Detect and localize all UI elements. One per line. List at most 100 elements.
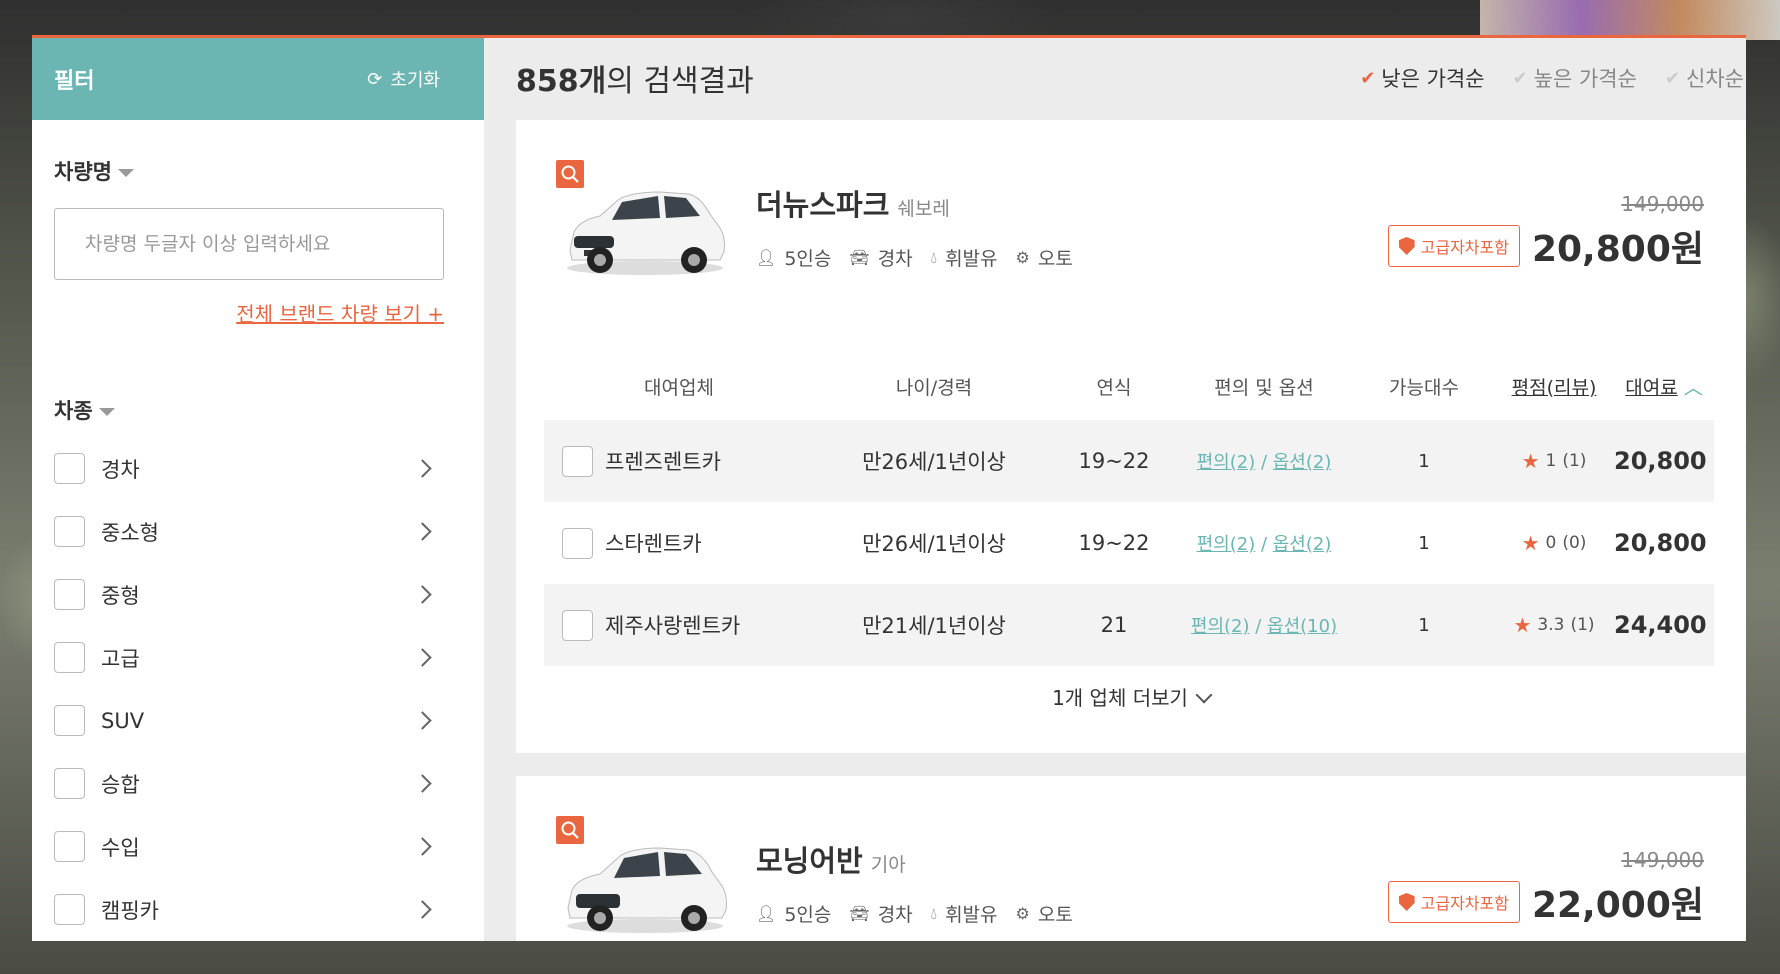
original-price: 149,000 <box>1621 192 1704 216</box>
car-type-checkbox[interactable] <box>54 579 85 610</box>
car-type-label: 수입 <box>101 835 140 860</box>
chevron-right-icon[interactable] <box>413 585 432 604</box>
col-fee-label: 대여료 <box>1625 376 1678 399</box>
car-type-label: 승합 <box>101 772 140 797</box>
available-count: 1 <box>1418 614 1430 636</box>
car-image[interactable] <box>560 836 730 936</box>
results-count-number: 858개 <box>516 64 607 99</box>
convenience-link[interactable]: 편의(2) <box>1191 616 1250 637</box>
chevron-right-icon[interactable] <box>413 711 432 730</box>
convenience-link[interactable]: 편의(2) <box>1197 534 1256 555</box>
rating: ★ 0 (0) <box>1494 531 1614 555</box>
reset-button[interactable]: ⟳ 초기화 <box>367 66 440 92</box>
sort-low-price[interactable]: ✔ 낮은 가격순 <box>1360 63 1484 93</box>
spec-fuel-value: 휘발유 <box>945 248 998 270</box>
badge-label: 고급자차포함 <box>1420 894 1509 913</box>
convenience-link[interactable]: 편의(2) <box>1197 452 1256 473</box>
car-type-checkbox[interactable] <box>54 831 85 862</box>
all-brands-link[interactable]: 전체 브랜드 차량 보기 + <box>54 298 444 327</box>
car-image[interactable] <box>560 180 730 280</box>
caret-down-icon <box>117 169 134 177</box>
car-type-label: 고급 <box>101 646 140 671</box>
car-type-item[interactable]: 중소형 <box>54 500 432 563</box>
available-count: 1 <box>1418 532 1430 554</box>
filter-sidebar: 필터 ⟳ 초기화 차량명 전체 브랜드 차량 보기 + 차종 경차 <box>32 38 484 941</box>
car-type-item[interactable]: 승합 <box>54 752 432 815</box>
sort-options: ✔ 낮은 가격순 ✔ 높은 가격순 ✔ 신차순 <box>1360 63 1746 93</box>
vendor-name: 제주사랑렌트카 <box>605 614 741 638</box>
car-type-checkbox[interactable] <box>54 516 85 547</box>
sort-label: 신차순 <box>1686 67 1744 91</box>
chevron-right-icon[interactable] <box>413 648 432 667</box>
gearshift-icon: ⚙ <box>1015 904 1030 923</box>
col-rating-sort[interactable]: 평점(리뷰) <box>1494 373 1614 400</box>
check-icon: ✔ <box>1360 67 1376 89</box>
refresh-icon: ⟳ <box>367 68 383 90</box>
original-price: 149,000 <box>1621 848 1704 872</box>
chevron-right-icon[interactable] <box>413 774 432 793</box>
car-type-item[interactable]: 고급 <box>54 626 432 689</box>
chevron-right-icon[interactable] <box>413 837 432 856</box>
vendor-checkbox[interactable] <box>562 445 593 477</box>
table-row[interactable]: 프렌즈렌트카 만26세/1년이상 19~22 편의(2) / 옵션(2) 1 ★… <box>544 420 1714 502</box>
col-vendor: 대여업체 <box>644 376 714 399</box>
sort-new-car[interactable]: ✔ 신차순 <box>1665 63 1744 93</box>
car-type-item[interactable]: 캠핑카 <box>54 878 432 941</box>
model-year: 19~22 <box>1078 531 1150 555</box>
rental-fee: 20,800 <box>1614 447 1707 475</box>
vendor-checkbox[interactable] <box>562 527 593 559</box>
check-icon: ✔ <box>1664 67 1681 89</box>
car-type-checkbox[interactable] <box>54 768 85 799</box>
col-fee-sort[interactable]: 대여료 ︿ <box>1614 373 1714 400</box>
price-box: 149,000 고급자차포함 20,800원 <box>1387 192 1704 272</box>
options-cell: 편의(2) / 옵션(10) <box>1190 616 1338 637</box>
car-type-section-title: 차종 <box>54 399 93 423</box>
car-name: 모닝어반 <box>756 844 863 878</box>
drop-icon: 💧︎ <box>930 903 938 923</box>
car-type-item[interactable]: 중형 <box>54 563 432 626</box>
spec-transmission: ⚙ 오토 <box>1016 900 1073 927</box>
more-vendors-button[interactable]: 1개 업체 더보기 <box>516 682 1746 711</box>
shield-icon <box>1398 893 1415 911</box>
car-type-item[interactable]: 경차 <box>54 437 432 500</box>
car-type-checkbox[interactable] <box>54 894 85 925</box>
option-link[interactable]: 옵션(2) <box>1273 534 1332 555</box>
model-year: 19~22 <box>1078 449 1150 473</box>
spec-transmission-value: 오토 <box>1037 904 1073 926</box>
car-name-section-title: 차량명 <box>54 160 112 184</box>
car-type-checkbox[interactable] <box>54 705 85 736</box>
rating-value: 1 <box>1545 451 1557 471</box>
star-icon: ★ <box>1513 613 1532 637</box>
spec-class-value: 경차 <box>877 904 913 926</box>
vendor-checkbox[interactable] <box>562 609 593 641</box>
col-year: 연식 <box>1096 376 1132 399</box>
car-name: 더뉴스파크 <box>756 188 890 222</box>
car-name-input[interactable] <box>54 208 444 280</box>
final-price: 20,800원 <box>1531 229 1704 270</box>
car-icon: 🚘︎ <box>849 904 870 923</box>
options-cell: 편의(2) / 옵션(2) <box>1196 452 1332 473</box>
table-row[interactable]: 제주사랑렌트카 만21세/1년이상 21 편의(2) / 옵션(10) 1 ★ 3… <box>544 584 1714 666</box>
chevron-right-icon[interactable] <box>413 522 432 541</box>
badge-label: 고급자차포함 <box>1420 238 1509 257</box>
chevron-right-icon[interactable] <box>413 900 432 919</box>
sort-high-price[interactable]: ✔ 높은 가격순 <box>1513 63 1637 93</box>
car-type-checkbox[interactable] <box>54 642 85 673</box>
background-decoration <box>1480 0 1780 40</box>
vendor-name: 스타렌트카 <box>605 532 702 556</box>
spec-transmission: ⚙ 오토 <box>1016 244 1073 271</box>
car-title: 더뉴스파크 쉐보레 <box>756 182 950 224</box>
rental-fee: 24,400 <box>1614 611 1707 639</box>
option-link[interactable]: 옵션(10) <box>1267 616 1337 637</box>
review-count: (0) <box>1562 533 1587 553</box>
results-header: 858개의 검색결과 ✔ 낮은 가격순 ✔ 높은 가격순 ✔ 신차순 <box>484 38 1746 118</box>
car-name-toggle[interactable]: 차량명 <box>54 156 462 186</box>
table-row[interactable]: 스타렌트카 만26세/1년이상 19~22 편의(2) / 옵션(2) 1 ★ 0… <box>544 502 1714 584</box>
car-type-item[interactable]: 수입 <box>54 815 432 878</box>
chevron-right-icon[interactable] <box>413 459 432 478</box>
car-type-item[interactable]: SUV <box>54 689 432 752</box>
option-link[interactable]: 옵션(2) <box>1273 452 1332 473</box>
car-type-checkbox[interactable] <box>54 453 85 484</box>
col-available: 가능대수 <box>1389 376 1459 399</box>
car-type-toggle[interactable]: 차종 <box>54 395 462 425</box>
